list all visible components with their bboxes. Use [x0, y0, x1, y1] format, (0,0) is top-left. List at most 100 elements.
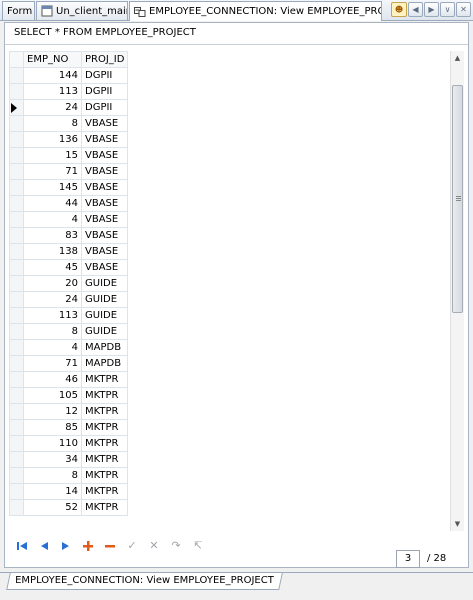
row-indicator[interactable]	[9, 355, 24, 372]
cell-emp-no[interactable]: 24	[23, 291, 82, 308]
cell-proj-id[interactable]: GUIDE	[80, 323, 129, 340]
cell-proj-id[interactable]: VBASE	[80, 163, 129, 180]
cell-proj-id[interactable]: MKTPR	[80, 435, 129, 452]
cell-emp-no[interactable]: 12	[23, 403, 82, 420]
row-indicator[interactable]	[9, 387, 24, 404]
row-indicator[interactable]	[9, 83, 24, 100]
cell-emp-no[interactable]: 105	[23, 387, 82, 404]
table-row[interactable]: 144 DGPII	[9, 67, 129, 84]
cell-proj-id[interactable]: VBASE	[80, 147, 129, 164]
row-indicator[interactable]	[9, 179, 24, 196]
cell-proj-id[interactable]: MAPDB	[80, 339, 129, 356]
cell-emp-no[interactable]: 4	[23, 211, 82, 228]
cell-proj-id[interactable]: VBASE	[80, 259, 129, 276]
cell-emp-no[interactable]: 44	[23, 195, 82, 212]
cell-emp-no[interactable]: 8	[23, 115, 82, 132]
row-indicator[interactable]	[9, 291, 24, 308]
cancel-edit-icon[interactable]: ✕	[147, 539, 161, 553]
insert-record-icon[interactable]	[81, 539, 95, 553]
row-indicator[interactable]	[9, 307, 24, 324]
row-indicator[interactable]	[9, 195, 24, 212]
cell-proj-id[interactable]: MKTPR	[80, 451, 129, 468]
cell-emp-no[interactable]: 20	[23, 275, 82, 292]
cell-emp-no[interactable]: 136	[23, 131, 82, 148]
cell-emp-no[interactable]: 8	[23, 323, 82, 340]
cell-proj-id[interactable]: MKTPR	[80, 467, 129, 484]
row-indicator[interactable]	[9, 211, 24, 228]
post-edit-icon[interactable]: ✓	[125, 539, 139, 553]
row-indicator[interactable]	[9, 147, 24, 164]
cell-proj-id[interactable]: MKTPR	[80, 387, 129, 404]
row-indicator[interactable]	[9, 115, 24, 132]
cell-emp-no[interactable]: 46	[23, 371, 82, 388]
cell-proj-id[interactable]: MKTPR	[80, 419, 129, 436]
row-indicator[interactable]	[9, 371, 24, 388]
table-row[interactable]: 105 MKTPR	[9, 387, 129, 404]
cell-proj-id[interactable]: MKTPR	[80, 371, 129, 388]
cell-proj-id[interactable]: VBASE	[80, 131, 129, 148]
table-row[interactable]: 15 VBASE	[9, 147, 129, 164]
tab-form[interactable]: Form	[2, 1, 35, 20]
cell-emp-no[interactable]: 138	[23, 243, 82, 260]
cell-proj-id[interactable]: VBASE	[80, 115, 129, 132]
cell-proj-id[interactable]: DGPII	[80, 99, 129, 116]
refresh-icon[interactable]: ↷	[169, 539, 183, 553]
cell-emp-no[interactable]: 85	[23, 419, 82, 436]
cell-proj-id[interactable]: DGPII	[80, 67, 129, 84]
row-indicator[interactable]	[9, 467, 24, 484]
row-indicator[interactable]	[9, 259, 24, 276]
column-header-emp-no[interactable]: EMP_NO	[23, 51, 82, 68]
prev-record-icon[interactable]	[37, 539, 51, 553]
close-icon[interactable]: ✕	[456, 2, 471, 17]
cell-proj-id[interactable]: MKTPR	[80, 483, 129, 500]
cell-emp-no[interactable]: 52	[23, 499, 82, 516]
scroll-left-icon[interactable]: ◀	[408, 2, 423, 17]
cell-proj-id[interactable]: VBASE	[80, 243, 129, 260]
row-indicator[interactable]	[9, 243, 24, 260]
bottom-tab-employee-connection-view[interactable]: EMPLOYEE_CONNECTION: View EMPLOYEE_PROJE…	[6, 573, 283, 590]
cell-proj-id[interactable]: MKTPR	[80, 403, 129, 420]
table-row[interactable]: 4 VBASE	[9, 211, 129, 228]
cell-proj-id[interactable]: VBASE	[80, 195, 129, 212]
row-indicator[interactable]	[9, 67, 24, 84]
cell-emp-no[interactable]: 24	[23, 99, 82, 116]
cell-emp-no[interactable]: 113	[23, 83, 82, 100]
cell-emp-no[interactable]: 110	[23, 435, 82, 452]
row-indicator[interactable]	[9, 163, 24, 180]
table-row[interactable]: 83 VBASE	[9, 227, 129, 244]
table-row[interactable]: 71 MAPDB	[9, 355, 129, 372]
app-icon[interactable]: ☻	[391, 2, 407, 17]
cell-emp-no[interactable]: 15	[23, 147, 82, 164]
cell-emp-no[interactable]: 71	[23, 163, 82, 180]
cell-proj-id[interactable]: GUIDE	[80, 307, 129, 324]
column-header-proj-id[interactable]: PROJ_ID	[80, 51, 129, 68]
tab-employee-connection-view[interactable]: EMPLOYEE_CONNECTION: View EMPLOYEE_PROJE…	[129, 1, 382, 21]
cell-emp-no[interactable]: 14	[23, 483, 82, 500]
row-indicator[interactable]	[9, 403, 24, 420]
row-indicator[interactable]	[9, 99, 24, 116]
table-row[interactable]: 71 VBASE	[9, 163, 129, 180]
cell-proj-id[interactable]: GUIDE	[80, 291, 129, 308]
table-row[interactable]: 44 VBASE	[9, 195, 129, 212]
scroll-down-icon[interactable]: ▼	[451, 517, 464, 531]
table-row[interactable]: 113 GUIDE	[9, 307, 129, 324]
data-grid[interactable]: EMP_NO PROJ_ID 144 DGPII 113 DGPII 24 DGPII 8 V…	[9, 51, 449, 531]
row-indicator[interactable]	[9, 339, 24, 356]
cell-proj-id[interactable]: MAPDB	[80, 355, 129, 372]
table-row[interactable]: 136 VBASE	[9, 131, 129, 148]
table-row[interactable]: 145 VBASE	[9, 179, 129, 196]
cell-proj-id[interactable]: DGPII	[80, 83, 129, 100]
scroll-up-icon[interactable]: ▲	[451, 51, 464, 65]
table-row[interactable]: 138 VBASE	[9, 243, 129, 260]
row-indicator[interactable]	[9, 483, 24, 500]
cell-emp-no[interactable]: 83	[23, 227, 82, 244]
table-row[interactable]: 8 MKTPR	[9, 467, 129, 484]
row-indicator[interactable]	[9, 275, 24, 292]
tab-un-client-main[interactable]: Un_client_main	[36, 1, 128, 20]
page-number-input[interactable]: 3	[396, 550, 420, 568]
scroll-right-icon[interactable]: ▶	[424, 2, 439, 17]
row-indicator[interactable]	[9, 131, 24, 148]
cell-emp-no[interactable]: 4	[23, 339, 82, 356]
table-row[interactable]: 24 DGPII	[9, 99, 129, 116]
table-row[interactable]: 46 MKTPR	[9, 371, 129, 388]
